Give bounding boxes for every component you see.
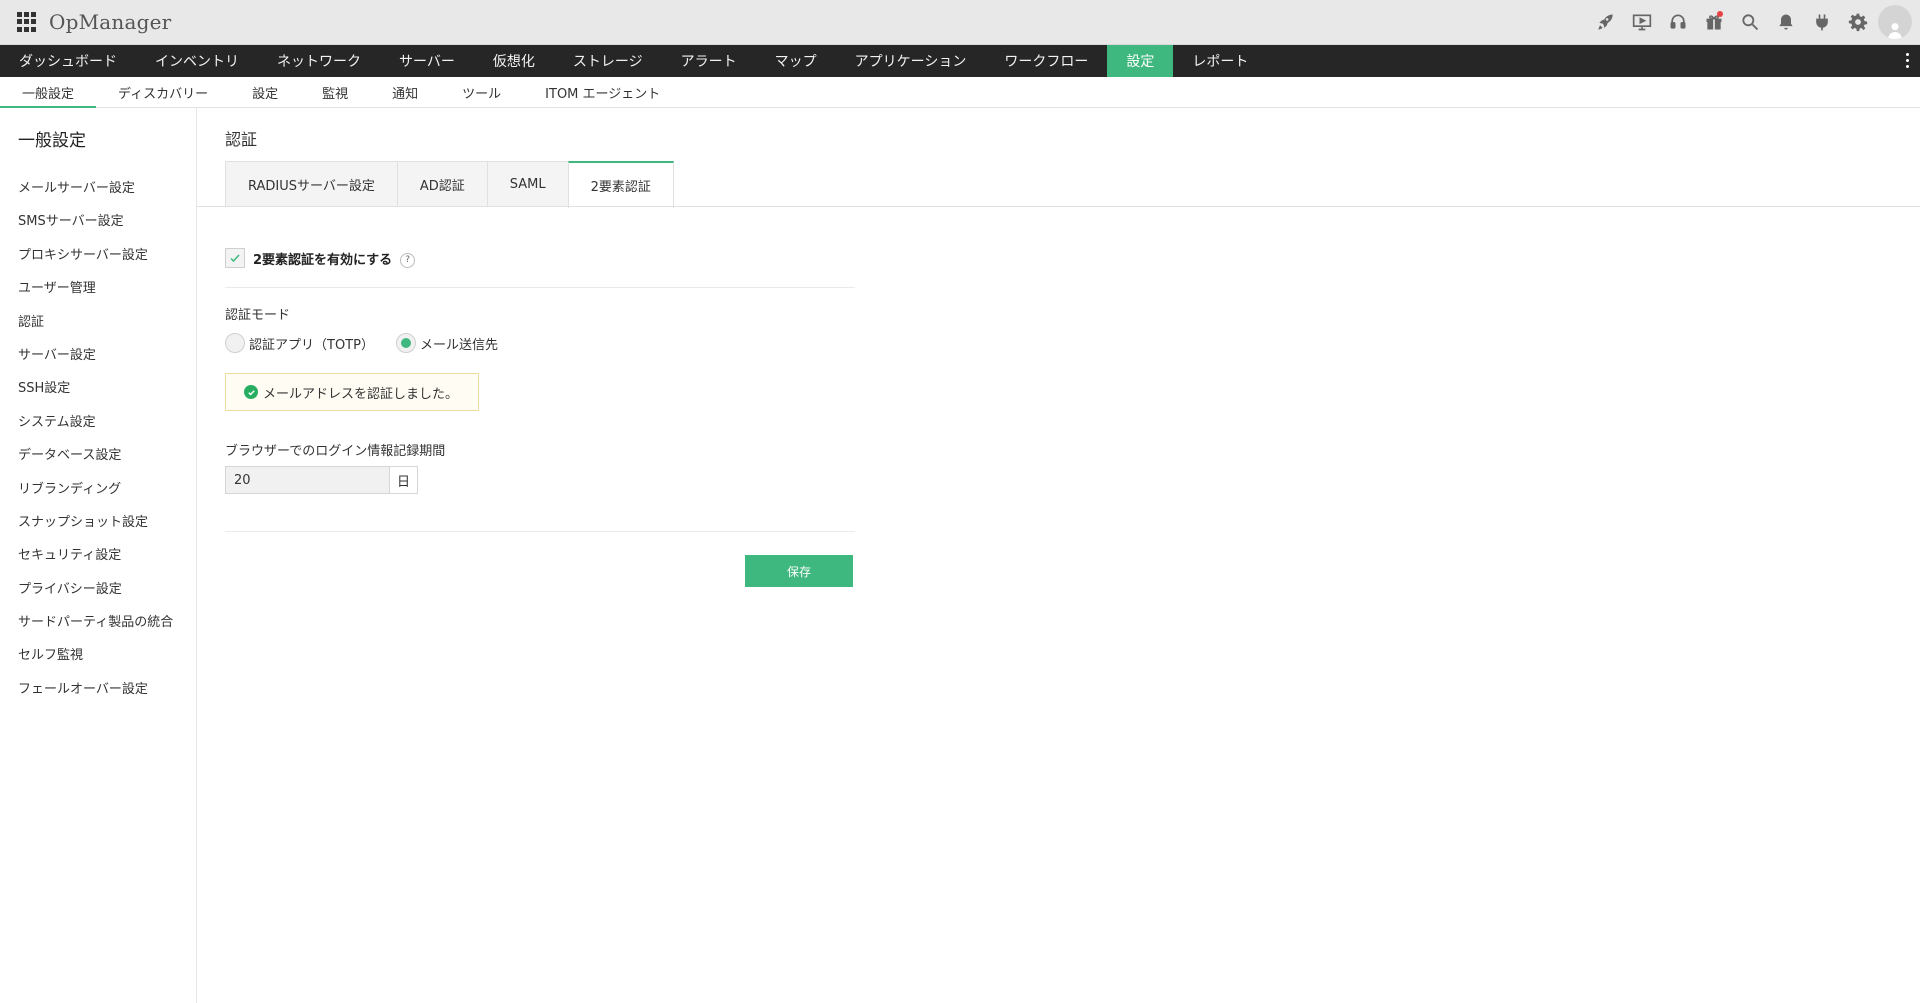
check-icon xyxy=(230,254,240,263)
tab-divider xyxy=(197,206,1920,207)
sidebar-item-privacy-settings[interactable]: プライバシー設定 xyxy=(0,573,196,606)
radio-selected-dot xyxy=(400,338,411,348)
header-toolbar xyxy=(1588,0,1912,44)
nav-network[interactable]: ネットワーク xyxy=(258,45,380,77)
check-circle-icon xyxy=(244,385,258,399)
gift-icon[interactable] xyxy=(1696,0,1732,44)
retention-label: ブラウザーでのログイン情報記録期間 xyxy=(225,444,446,459)
notice-message: メールアドレスを認証しました。 xyxy=(263,386,459,402)
app-grid-icon[interactable] xyxy=(17,12,37,32)
nav-maps[interactable]: マップ xyxy=(756,45,836,77)
sidebar-item-third-party-integration[interactable]: サードパーティ製品の統合 xyxy=(0,606,196,639)
tab-radius[interactable]: RADIUSサーバー設定 xyxy=(225,161,397,207)
subnav-discovery[interactable]: ディスカバリー xyxy=(96,77,230,107)
verification-notice: メールアドレスを認証しました。 xyxy=(225,373,479,411)
app-logo[interactable]: OpManager xyxy=(49,10,171,34)
user-avatar-icon[interactable] xyxy=(1876,0,1912,44)
auth-mode-options: 認証アプリ（TOTP） メール送信先 xyxy=(225,333,520,353)
more-menu-icon[interactable] xyxy=(1906,53,1910,68)
nav-applications[interactable]: アプリケーション xyxy=(836,45,986,77)
sidebar-item-user-management[interactable]: ユーザー管理 xyxy=(0,272,196,305)
radio-totp-label: 認証アプリ（TOTP） xyxy=(249,337,374,353)
sidebar-item-ssh-settings[interactable]: SSH設定 xyxy=(0,372,196,405)
bell-icon[interactable] xyxy=(1768,0,1804,44)
auth-tabs: RADIUSサーバー設定 AD認証 SAML 2要素認証 xyxy=(225,161,674,208)
main-content: 認証 RADIUSサーバー設定 AD認証 SAML 2要素認証 2要素認証を有効… xyxy=(197,108,1920,1003)
radio-email[interactable] xyxy=(395,333,416,353)
nav-alarms[interactable]: アラート xyxy=(662,45,756,77)
subnav-monitoring[interactable]: 監視 xyxy=(300,77,370,107)
enable-2fa-row: 2要素認証を有効にする ? xyxy=(225,248,416,268)
divider xyxy=(225,287,855,288)
subnav-itom-agent[interactable]: ITOM エージェント xyxy=(523,77,682,107)
top-header: OpManager xyxy=(0,0,1920,45)
headset-icon[interactable] xyxy=(1660,0,1696,44)
main-nav: ダッシュボード インベントリ ネットワーク サーバー 仮想化 ストレージ アラー… xyxy=(0,45,1920,77)
retention-unit: 日 xyxy=(390,466,418,494)
nav-workflow[interactable]: ワークフロー xyxy=(985,45,1107,77)
radio-email-label: メール送信先 xyxy=(419,337,498,353)
subnav-general-settings[interactable]: 一般設定 xyxy=(0,77,97,108)
rocket-icon[interactable] xyxy=(1588,0,1624,44)
subnav-configuration[interactable]: 設定 xyxy=(230,77,300,107)
sidebar-item-rebranding[interactable]: リブランディング xyxy=(0,473,196,506)
plug-icon[interactable] xyxy=(1804,0,1840,44)
nav-virtualization[interactable]: 仮想化 xyxy=(474,45,554,77)
auth-mode-label: 認証モード xyxy=(225,308,291,323)
help-icon[interactable]: ? xyxy=(400,252,416,268)
nav-server[interactable]: サーバー xyxy=(380,45,474,77)
enable-2fa-checkbox[interactable] xyxy=(225,248,245,268)
nav-settings[interactable]: 設定 xyxy=(1107,45,1174,77)
tab-saml[interactable]: SAML xyxy=(486,161,568,207)
nav-reports[interactable]: レポート xyxy=(1173,45,1267,77)
notification-dot xyxy=(1717,11,1723,17)
page-title: 認証 xyxy=(225,130,258,149)
enable-2fa-label: 2要素認証を有効にする xyxy=(253,252,393,268)
nav-storage[interactable]: ストレージ xyxy=(554,45,662,77)
avatar xyxy=(1878,5,1912,39)
radio-totp[interactable] xyxy=(225,333,245,353)
sub-nav: 一般設定 ディスカバリー 設定 監視 通知 ツール ITOM エージェント xyxy=(0,77,1920,108)
sidebar-item-security-settings[interactable]: セキュリティ設定 xyxy=(0,539,196,572)
sidebar-item-database-settings[interactable]: データベース設定 xyxy=(0,439,196,472)
retention-input-group: 日 xyxy=(225,466,418,494)
sidebar-item-system-settings[interactable]: システム設定 xyxy=(0,406,196,439)
subnav-tools[interactable]: ツール xyxy=(440,77,523,107)
sidebar-item-self-monitoring[interactable]: セルフ監視 xyxy=(0,639,196,672)
sidebar-item-snapshot-settings[interactable]: スナップショット設定 xyxy=(0,506,196,539)
retention-input[interactable] xyxy=(225,466,390,494)
sidebar-item-failover-settings[interactable]: フェールオーバー設定 xyxy=(0,673,196,706)
sidebar-list: メールサーバー設定 SMSサーバー設定 プロキシサーバー設定 ユーザー管理 認証… xyxy=(0,172,196,706)
tab-ad-auth[interactable]: AD認証 xyxy=(396,161,487,207)
subnav-notifications[interactable]: 通知 xyxy=(370,77,440,107)
tab-two-factor[interactable]: 2要素認証 xyxy=(567,161,674,208)
nav-inventory[interactable]: インベントリ xyxy=(136,45,258,77)
search-icon[interactable] xyxy=(1732,0,1768,44)
sidebar-item-sms-server[interactable]: SMSサーバー設定 xyxy=(0,205,196,238)
sidebar-title: 一般設定 xyxy=(18,131,86,151)
sidebar-item-mail-server[interactable]: メールサーバー設定 xyxy=(0,172,196,205)
save-button[interactable]: 保存 xyxy=(745,555,853,587)
sidebar-item-proxy-server[interactable]: プロキシサーバー設定 xyxy=(0,239,196,272)
sidebar-item-authentication[interactable]: 認証 xyxy=(0,306,196,339)
presentation-icon[interactable] xyxy=(1624,0,1660,44)
sidebar-item-server-settings[interactable]: サーバー設定 xyxy=(0,339,196,372)
divider xyxy=(225,531,855,532)
gear-icon[interactable] xyxy=(1840,0,1876,44)
nav-dashboard[interactable]: ダッシュボード xyxy=(0,45,136,77)
sidebar: 一般設定 メールサーバー設定 SMSサーバー設定 プロキシサーバー設定 ユーザー… xyxy=(0,108,197,1003)
